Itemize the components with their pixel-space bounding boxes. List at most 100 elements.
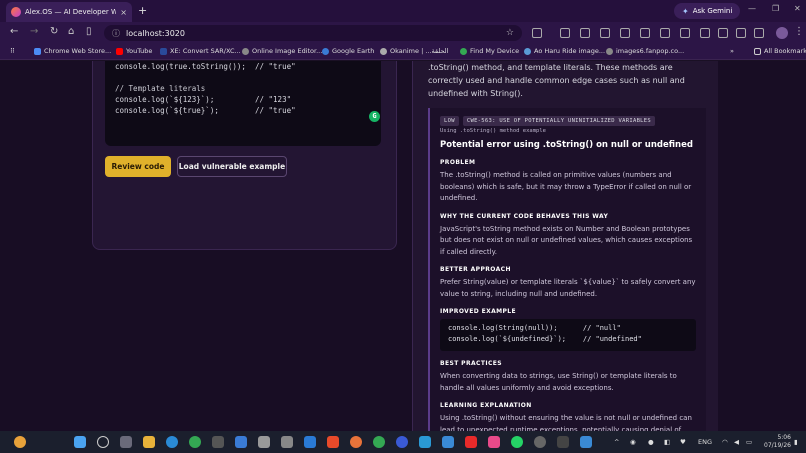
bookmark-favicon-icon [322, 47, 329, 55]
extension-icon[interactable] [700, 28, 710, 38]
grammarly-icon[interactable]: G [369, 111, 380, 122]
terminal-icon[interactable] [557, 436, 569, 448]
close-window-icon[interactable]: ✕ [794, 4, 801, 13]
language-indicator[interactable]: ENG [698, 438, 712, 446]
tray-icon[interactable]: ◉ [630, 438, 636, 446]
bookmark-label: Ao Haru Ride image... [534, 47, 606, 55]
task-view-icon[interactable] [120, 436, 132, 448]
vscode-icon[interactable] [304, 436, 316, 448]
extension-icon[interactable] [620, 28, 630, 38]
all-bookmarks-button[interactable]: All Bookmarks [754, 47, 806, 55]
new-tab-button[interactable]: + [138, 4, 147, 17]
firefox-icon[interactable] [350, 436, 362, 448]
forward-icon[interactable]: → [30, 26, 38, 37]
bookmark-ao-haru-ride[interactable]: Ao Haru Ride image... [524, 47, 605, 55]
app-icon[interactable] [442, 436, 454, 448]
back-icon[interactable]: ← [10, 26, 18, 37]
code-line: console.log(`${undefined}`); // "undefin… [448, 335, 642, 343]
learning-heading: LEARNING EXPLANATION [440, 402, 532, 409]
widgets-icon[interactable] [14, 436, 26, 448]
extension-icon[interactable] [580, 28, 590, 38]
extensions-puzzle-icon[interactable] [754, 28, 764, 38]
taskbar: ^ ◉ ● ◧ ♥ ENG ◠ ◀ ▭ 5:06 07/19/26 ▮ [0, 431, 806, 453]
clock[interactable]: 5:06 07/19/26 [764, 434, 791, 450]
app-icon[interactable] [580, 436, 592, 448]
tray-icon[interactable]: ◧ [664, 438, 670, 446]
app-icon[interactable] [396, 436, 408, 448]
bookmark-chrome-web-store[interactable]: Chrome Web Store... [34, 47, 111, 55]
bookmark-fanpop[interactable]: images6.fanpop.co... [606, 47, 684, 55]
app-icon[interactable] [258, 436, 270, 448]
app-icon[interactable] [235, 436, 247, 448]
code-editor[interactable]: console.log(true.toString()); // "true" … [105, 61, 381, 146]
code-line: console.log(`${123}`); // "123" [115, 95, 292, 104]
app-icon[interactable] [534, 436, 546, 448]
bookmark-star-icon[interactable]: ☆ [506, 28, 514, 38]
edge-icon[interactable] [166, 436, 178, 448]
app-icon[interactable] [373, 436, 385, 448]
reload-icon[interactable]: ↻ [50, 26, 58, 37]
sidebar-icon[interactable] [560, 28, 570, 38]
split-view-icon[interactable]: ▯ [86, 26, 92, 37]
profile-avatar[interactable] [776, 27, 788, 39]
severity-badge: LOW [440, 116, 459, 126]
brave-icon[interactable] [327, 436, 339, 448]
review-summary: .toString() method, and template literal… [428, 63, 685, 98]
folder-icon [754, 47, 761, 55]
maximize-icon[interactable]: ❐ [772, 4, 779, 13]
bookmark-okanime[interactable]: Okanime | ...الحلقة [380, 47, 448, 55]
devtools-icon[interactable] [640, 28, 650, 38]
whatsapp-icon[interactable] [511, 436, 523, 448]
extension-icon[interactable] [736, 28, 746, 38]
browser-toolbar: ← → ↻ ⌂ ▯ ⓘ localhost:3020 ☆ ⋮ [0, 22, 806, 44]
file-explorer-icon[interactable] [143, 436, 155, 448]
load-vulnerable-example-button[interactable]: Load vulnerable example [177, 156, 287, 177]
improved-example-heading: IMPROVED EXAMPLE [440, 308, 517, 315]
apps-icon[interactable]: ⠿ [10, 47, 15, 55]
menu-icon[interactable]: ⋮ [794, 26, 804, 37]
notifications-icon[interactable]: ▮ [794, 438, 798, 446]
search-icon[interactable] [97, 436, 109, 448]
better-approach-heading: BETTER APPROACH [440, 266, 511, 273]
chrome-icon[interactable] [189, 436, 201, 448]
windows-start-icon[interactable] [74, 436, 86, 448]
home-icon[interactable]: ⌂ [68, 26, 74, 37]
bookmark-favicon-icon [460, 47, 467, 55]
app-icon[interactable] [488, 436, 500, 448]
extension-icon[interactable] [680, 28, 690, 38]
url-text[interactable]: localhost:3020 [126, 29, 500, 38]
extension-icon[interactable] [600, 28, 610, 38]
extension-icon[interactable] [718, 28, 728, 38]
tab-strip: Alex.OS — AI Developer Works... × + ✦ As… [0, 0, 806, 22]
battery-icon[interactable]: ▭ [746, 438, 752, 446]
finding-card: LOW CWE-563: USE OF POTENTIALLY UNINITIA… [428, 108, 706, 431]
bookmark-image-editor[interactable]: Online Image Editor... [242, 47, 322, 55]
tray-icon[interactable]: ♥ [680, 438, 686, 446]
bookmark-youtube[interactable]: YouTube [116, 47, 152, 55]
tab-title: Alex.OS — AI Developer Works... [25, 8, 117, 16]
extension-icon[interactable] [532, 28, 542, 38]
bookmark-xe[interactable]: XE: Convert SAR/XC... [160, 47, 241, 55]
volume-icon[interactable]: ◀ [734, 438, 739, 446]
app-icon[interactable] [212, 436, 224, 448]
bookmark-find-my-device[interactable]: Find My Device [460, 47, 519, 55]
ask-gemini-button[interactable]: ✦ Ask Gemini [674, 3, 741, 19]
app-icon[interactable] [419, 436, 431, 448]
more-bookmarks-button[interactable]: » [730, 47, 734, 55]
bookmark-google-earth[interactable]: Google Earth [322, 47, 374, 55]
minimize-icon[interactable]: — [748, 4, 756, 13]
finding-title: Potential error using .toString() on nul… [440, 140, 693, 150]
app-icon[interactable] [281, 436, 293, 448]
site-info-icon[interactable]: ⓘ [112, 28, 120, 39]
browser-tab[interactable]: Alex.OS — AI Developer Works... × [6, 2, 132, 22]
review-code-button[interactable]: Review code [105, 156, 171, 177]
show-hidden-icons-icon[interactable]: ^ [614, 438, 619, 446]
problem-heading: PROBLEM [440, 159, 476, 166]
youtube-icon[interactable] [465, 436, 477, 448]
microphone-icon[interactable]: ● [648, 438, 654, 446]
close-tab-icon[interactable]: × [120, 8, 127, 17]
bookmark-favicon-icon [606, 47, 613, 55]
wifi-icon[interactable]: ◠ [722, 438, 728, 446]
address-bar[interactable]: ⓘ localhost:3020 ☆ [104, 25, 522, 41]
extension-icon[interactable] [660, 28, 670, 38]
